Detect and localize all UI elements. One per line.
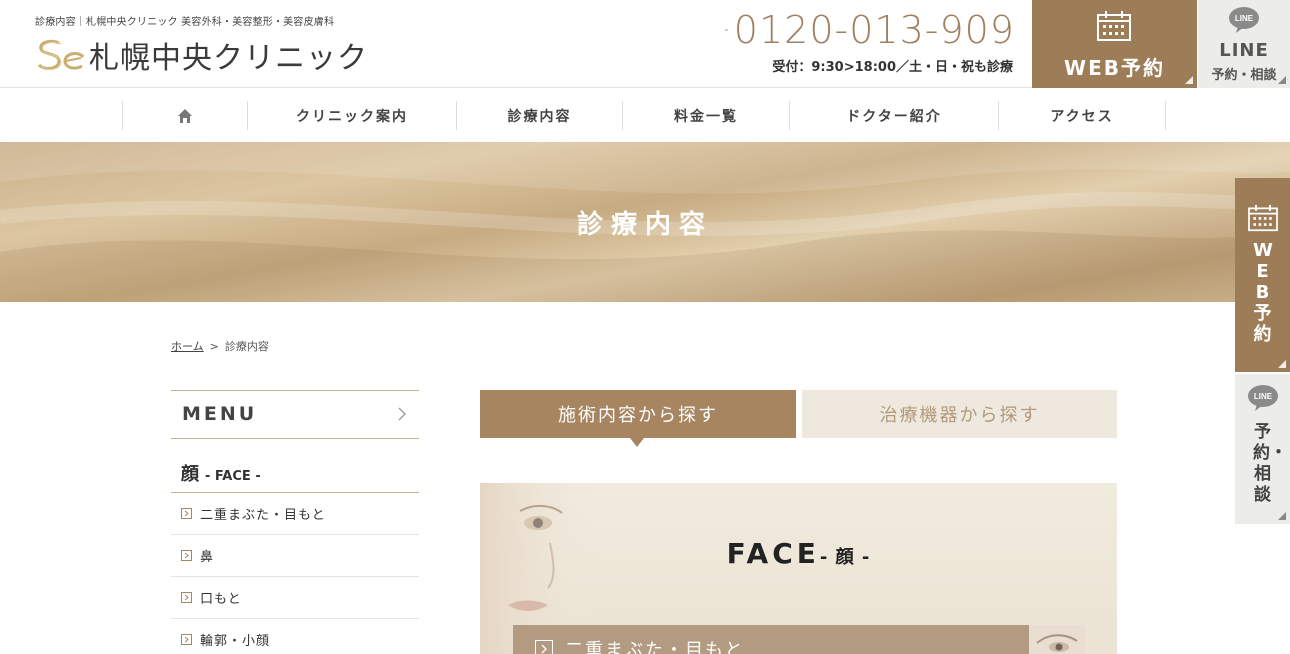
sidebar-item-label: 輪郭・小顔 xyxy=(200,634,271,649)
floating-web-label: WEB予約 xyxy=(1253,240,1273,345)
freedial-icon xyxy=(725,29,728,31)
nav-treatments[interactable]: 診療内容 xyxy=(456,101,622,130)
arrow-box-icon xyxy=(181,634,192,645)
corner-arrow-icon xyxy=(1278,512,1286,520)
floating-line-button[interactable]: LINE 予約・相談 xyxy=(1235,374,1290,524)
line-bubble-icon: LINE xyxy=(1248,385,1278,411)
breadcrumb-home[interactable]: ホーム xyxy=(171,340,204,353)
phone-hours: 受付：9:30>18:00／土・日・祝も診療 xyxy=(772,60,1013,75)
line-reservation-button[interactable]: LINE LINE 予約・相談 xyxy=(1198,0,1290,88)
arrow-box-icon xyxy=(181,550,192,561)
sidebar-item-eyes[interactable]: 二重まぶた・目もと xyxy=(171,493,419,535)
phone-block[interactable]: 0120-013-909 受付：9:30>18:00／土・日・祝も診療 xyxy=(725,8,1015,80)
svg-text:LINE: LINE xyxy=(1235,14,1254,23)
sidebar-item-label: 口もと xyxy=(200,592,242,607)
sidebar-item-label: 二重まぶた・目もと xyxy=(200,508,326,523)
home-icon xyxy=(178,108,192,123)
nav-prices[interactable]: 料金一覧 xyxy=(622,101,789,130)
page-title: 診療内容 xyxy=(576,210,713,240)
nav-clinic[interactable]: クリニック案内 xyxy=(247,101,456,130)
face-item-eyes[interactable]: 二重まぶた・目もと xyxy=(513,625,1085,654)
floating-line-title: LINE xyxy=(1254,392,1273,401)
web-reservation-label: WEB予約 xyxy=(1064,56,1165,80)
breadcrumb-separator: > xyxy=(209,340,219,353)
line-button-title: LINE xyxy=(1219,40,1269,61)
face-title-main: FACE xyxy=(726,537,820,570)
corner-arrow-icon xyxy=(1278,76,1286,84)
floating-line-label: 予約・相談 xyxy=(1253,422,1287,505)
sidebar-item-nose[interactable]: 鼻 xyxy=(171,535,419,577)
sidebar-menu-label: MENU xyxy=(182,403,258,425)
tab-by-treatment[interactable]: 施術内容から探す xyxy=(480,390,796,438)
line-bubble-icon: LINE xyxy=(1229,7,1259,33)
breadcrumb: ホーム > 診療内容 xyxy=(171,338,269,354)
tab-by-device[interactable]: 治療機器から探す xyxy=(802,390,1117,438)
global-nav: クリニック案内 診療内容 料金一覧 ドクター紹介 アクセス xyxy=(0,89,1290,142)
sidebar-category-face: 顔 - FACE - xyxy=(171,452,419,493)
line-button-sub: 予約・相談 xyxy=(1211,68,1277,83)
category-label: 顔 xyxy=(181,464,199,485)
face-title-sub: - 顔 - xyxy=(819,547,871,568)
phone-number: 0120-013-909 xyxy=(733,8,1015,52)
arrow-box-icon xyxy=(181,508,192,519)
sidebar-menu-header[interactable]: MENU xyxy=(171,390,419,439)
sidebar-item-contour[interactable]: 輪郭・小顔 xyxy=(171,619,419,654)
category-sub: - FACE - xyxy=(205,469,261,484)
arrow-box-icon xyxy=(535,640,553,654)
sidebar-item-label: 鼻 xyxy=(200,550,215,565)
calendar-icon xyxy=(1097,11,1131,41)
chevron-right-icon xyxy=(398,407,406,421)
site-header: 診療内容｜札幌中央クリニック 美容外科・美容整形・美容皮膚科 札幌中央クリニック… xyxy=(0,0,1290,88)
eye-thumbnail-image xyxy=(1029,625,1085,654)
site-logo[interactable]: 札幌中央クリニック xyxy=(35,33,368,77)
nav-home[interactable] xyxy=(122,101,247,130)
web-reservation-button[interactable]: WEB予約 xyxy=(1032,0,1197,88)
logo-text: 札幌中央クリニック xyxy=(89,41,368,76)
active-tab-pointer xyxy=(630,438,644,447)
nav-doctors[interactable]: ドクター紹介 xyxy=(789,101,998,130)
face-category-card: FACE- 顔 - 二重まぶた・目もと xyxy=(480,483,1117,654)
face-title: FACE- 顔 - xyxy=(480,537,1117,570)
face-item-label: 二重まぶた・目もと xyxy=(565,640,745,654)
nav-access[interactable]: アクセス xyxy=(998,101,1166,130)
corner-arrow-icon xyxy=(1185,76,1193,84)
breadcrumb-current: 診療内容 xyxy=(224,340,269,353)
header-tagline: 診療内容｜札幌中央クリニック 美容外科・美容整形・美容皮膚科 xyxy=(35,17,335,28)
calendar-icon xyxy=(1248,204,1278,232)
sidebar-item-mouth[interactable]: 口もと xyxy=(171,577,419,619)
floating-web-reservation-button[interactable]: WEB予約 xyxy=(1235,178,1290,372)
corner-arrow-icon xyxy=(1278,360,1286,368)
arrow-box-icon xyxy=(181,592,192,603)
hero-banner: 診療内容 xyxy=(0,142,1290,302)
logo-mark-icon xyxy=(37,39,85,70)
